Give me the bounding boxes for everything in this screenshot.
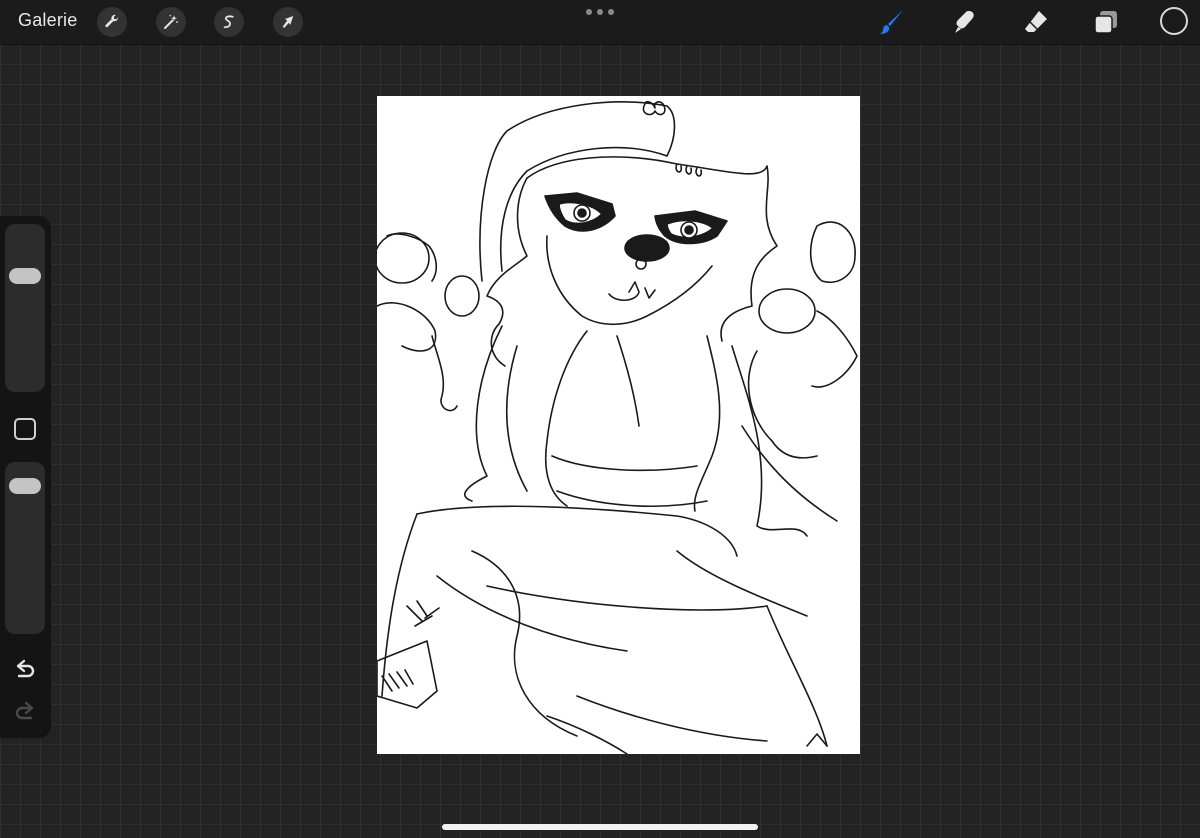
layers-icon: [1094, 11, 1117, 34]
brush-size-thumb[interactable]: [9, 268, 41, 285]
top-toolbar: Galerie: [0, 0, 1200, 45]
line-art-sketch: [377, 100, 858, 754]
actions-button[interactable]: [97, 7, 127, 37]
eraser-icon: [1025, 11, 1047, 32]
left-sidebar: [0, 216, 51, 738]
opacity-slider[interactable]: [5, 462, 45, 634]
opacity-thumb[interactable]: [9, 477, 41, 494]
smudge-icon: [955, 11, 974, 33]
home-indicator[interactable]: [442, 824, 758, 830]
erase-tool-button[interactable]: [1020, 6, 1052, 38]
magic-wand-icon: [164, 14, 178, 29]
gallery-button[interactable]: Galerie: [18, 10, 77, 31]
dot-icon: [608, 9, 614, 15]
brush-icon: [880, 10, 903, 34]
adjustments-button[interactable]: [156, 7, 186, 37]
paint-tool-button[interactable]: [876, 6, 908, 38]
modify-button[interactable]: [14, 418, 36, 440]
smudge-tool-button[interactable]: [948, 6, 980, 38]
color-picker-button[interactable]: [1160, 7, 1188, 35]
undo-button[interactable]: [11, 656, 39, 684]
more-options-button[interactable]: [586, 4, 614, 20]
dot-icon: [586, 9, 592, 15]
s-selection-icon: [223, 15, 234, 29]
selection-button[interactable]: [214, 7, 244, 37]
redo-button[interactable]: [11, 698, 39, 726]
transform-button[interactable]: [273, 7, 303, 37]
drawing-canvas[interactable]: [377, 96, 860, 754]
layers-button[interactable]: [1090, 6, 1122, 38]
brush-size-slider[interactable]: [5, 224, 45, 392]
arrow-cursor-icon: [282, 16, 294, 28]
dot-icon: [597, 9, 603, 15]
redo-icon: [15, 701, 34, 720]
wrench-icon: [105, 14, 119, 28]
undo-icon: [16, 659, 35, 678]
